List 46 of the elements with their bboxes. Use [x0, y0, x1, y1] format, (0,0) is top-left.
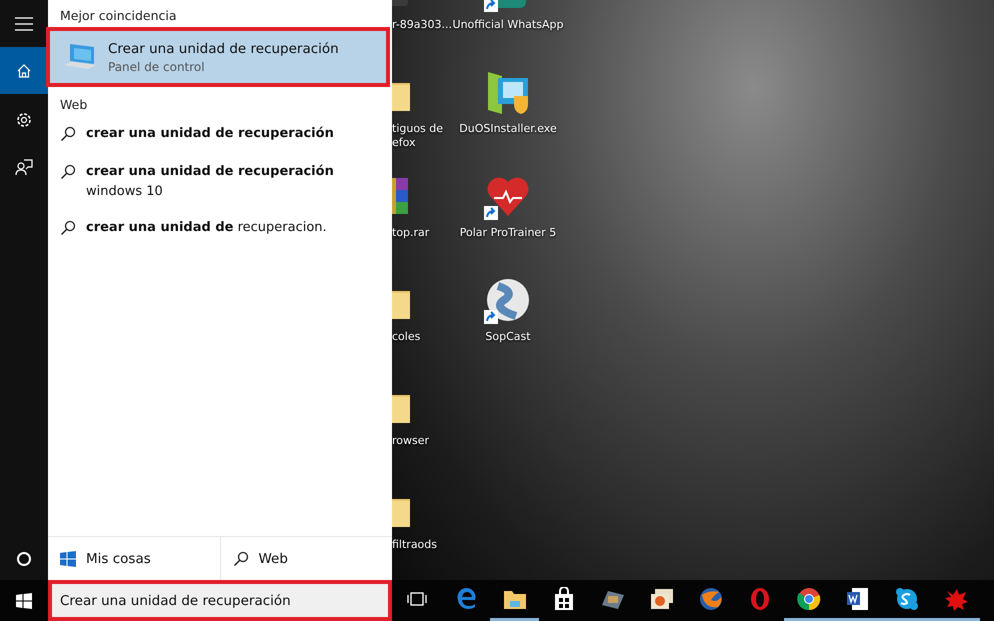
globe-icon[interactable]: [698, 587, 722, 611]
menu-icon: [15, 16, 33, 30]
desktop-icon-label[interactable]: top.rar: [392, 226, 430, 240]
pictures-icon[interactable]: [648, 587, 674, 611]
section-heading: Web: [59, 96, 88, 114]
search-icon: [60, 220, 76, 236]
windows-icon: [16, 592, 32, 608]
ring-icon[interactable]: [748, 587, 770, 611]
result-subtitle: Panel de control: [108, 60, 206, 74]
settings-icon: [15, 110, 33, 128]
result-text: crear una unidad de recuperación windows 10: [86, 163, 334, 201]
scope-tab[interactable]: Mis cosas: [48, 537, 220, 580]
web-result[interactable]: crear una unidad de recuperacion.: [48, 210, 392, 248]
desktop-icon-label[interactable]: coles: [392, 330, 420, 344]
web-result[interactable]: crear una unidad de recuperación: [48, 116, 392, 154]
home-button[interactable]: [0, 47, 48, 94]
desktop-icon-label[interactable]: Unofficial WhatsApp: [452, 18, 564, 32]
feedback-icon: [15, 158, 33, 176]
splat-icon[interactable]: [942, 587, 968, 611]
desktop-icon-label[interactable]: tiguos de efox: [392, 122, 444, 150]
search-icon: [232, 550, 248, 566]
search-icon: [60, 126, 76, 142]
result-title: Crear una unidad de recuperación: [108, 40, 339, 56]
film-reel-icon: [484, 276, 532, 324]
desktop-icon-label[interactable]: SopCast: [485, 330, 531, 344]
result-text: crear una unidad de recuperación: [86, 125, 334, 143]
task-view-icon: [406, 592, 426, 606]
folder-icon[interactable]: [502, 588, 526, 610]
desktop-icon-label[interactable]: DuOSInstaller.exe: [459, 122, 557, 136]
desktop-icon-label[interactable]: filtraods: [392, 538, 438, 552]
windows-icon: [60, 550, 76, 566]
desktop-icon-label[interactable]: Polar ProTrainer 5: [460, 226, 556, 240]
best-match-item[interactable]: Crear una unidad de recuperación Panel de control: [46, 27, 390, 87]
document-icon[interactable]: [846, 587, 870, 611]
result-text: crear una unidad de recuperacion.: [86, 219, 327, 237]
desktop-icon-label[interactable]: rowser: [392, 434, 430, 448]
search-icon: [60, 164, 76, 180]
search-field[interactable]: Crear una unidad de recuperación: [48, 580, 392, 621]
chat-icon[interactable]: [894, 587, 918, 611]
desktop-icon-label[interactable]: r-89a303...: [392, 18, 452, 32]
wheel-icon[interactable]: [796, 587, 820, 611]
section-heading: Mejor coincidencia: [59, 7, 178, 25]
circle-icon: [16, 550, 32, 566]
shopping-bag-icon[interactable]: [552, 587, 574, 611]
home-icon: [16, 62, 32, 78]
web-result[interactable]: crear una unidad de recuperación windows 10: [48, 154, 392, 210]
